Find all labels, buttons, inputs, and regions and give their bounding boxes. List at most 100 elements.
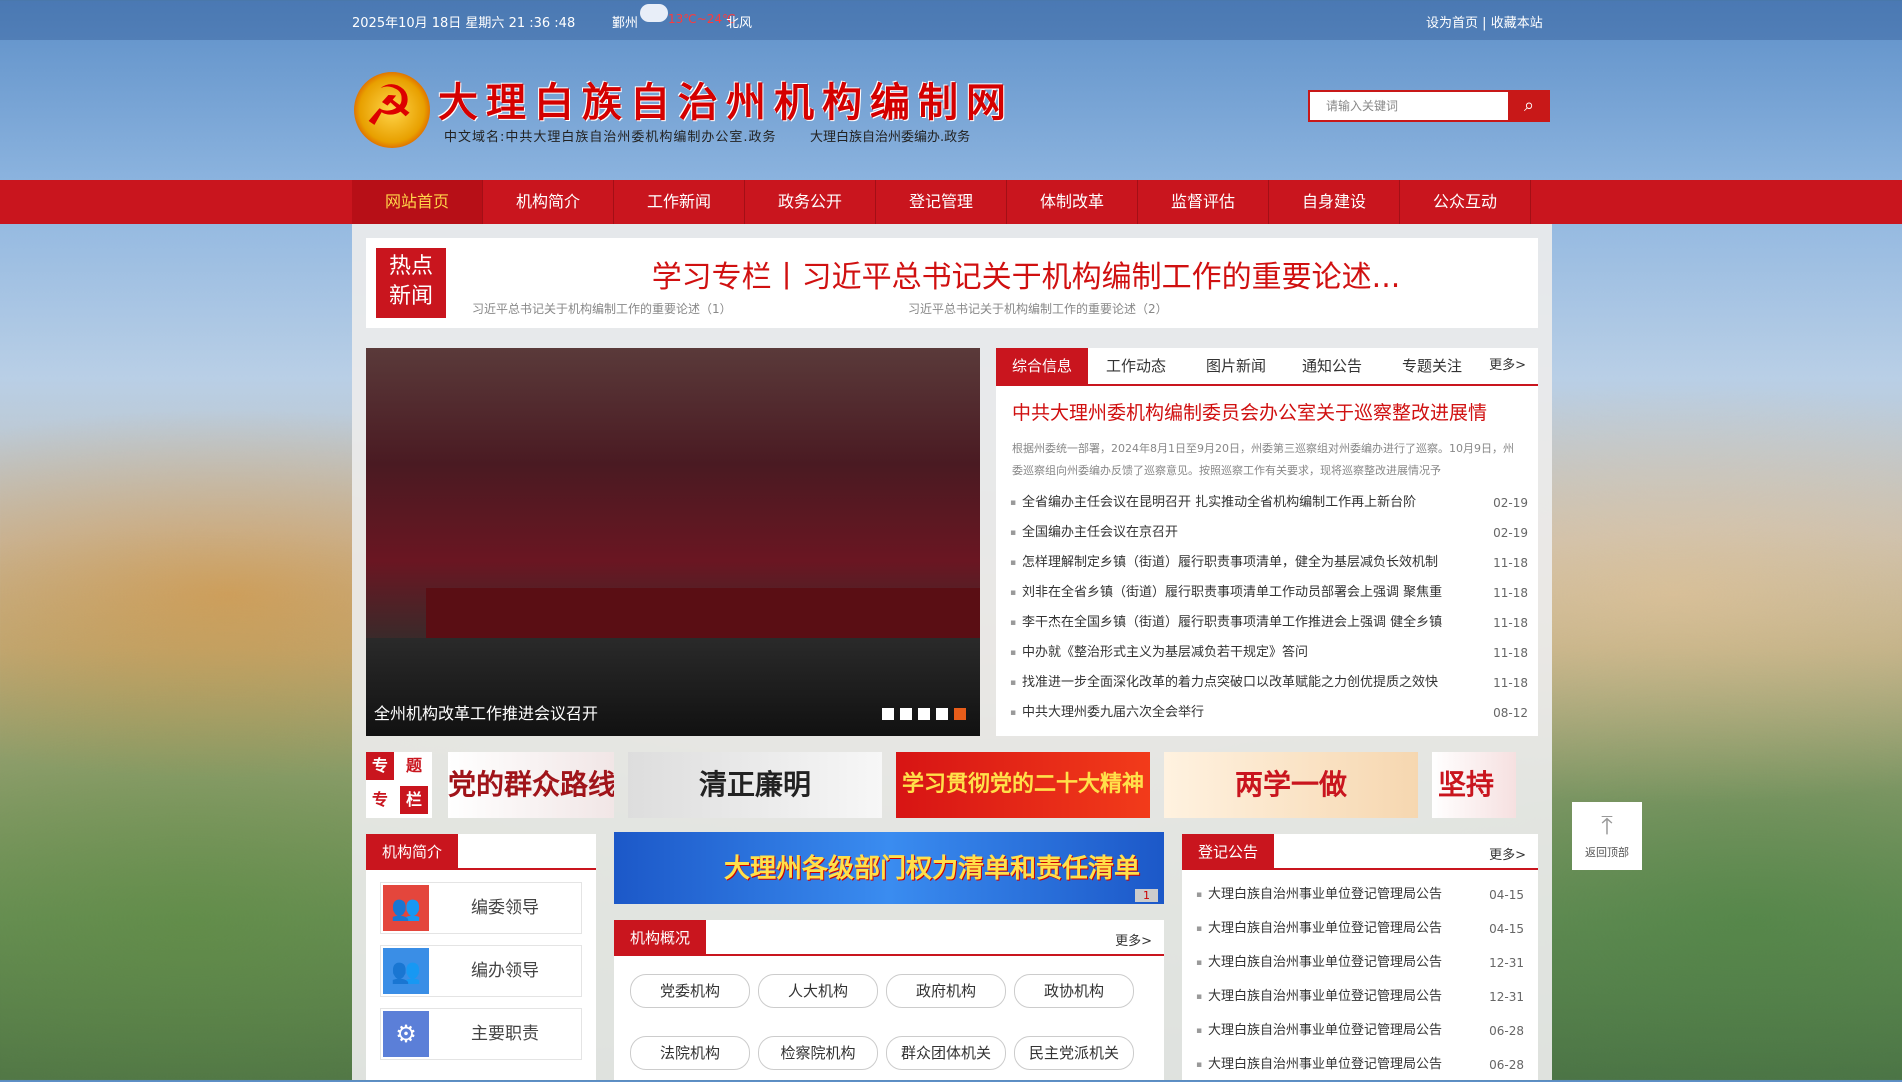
news-item[interactable]: 全国编办主任会议在京召开 02-19 <box>1010 518 1528 548</box>
org-category-pill[interactable]: 政府机构 <box>886 974 1006 1008</box>
back-to-top-button[interactable]: ⤒ 返回顶部 <box>1572 802 1642 870</box>
nav-item[interactable]: 自身建设 <box>1269 180 1400 224</box>
set-home-link[interactable]: 设为首页 <box>1426 16 1478 31</box>
weather-city: 鄞州 <box>612 16 639 31</box>
news-item-title[interactable]: 全省编办主任会议在昆明召开 扎实推动全省机构编制工作再上新台阶 <box>1022 488 1482 518</box>
favorite-link[interactable]: 收藏本站 <box>1491 16 1543 31</box>
notice-item-title[interactable]: 大理白族自治州事业单位登记管理局公告 <box>1208 921 1442 936</box>
nav-item[interactable]: 网站首页 <box>352 180 483 224</box>
slide-dot[interactable] <box>900 708 912 720</box>
headline-link[interactable]: 中共大理州委机构编制委员会办公室关于巡察整改进展情 <box>1012 398 1487 425</box>
domain-subtitle-2: 大理白族自治州委编办.政务 <box>810 130 971 145</box>
hot-news-sub-1[interactable]: 习近平总书记关于机构编制工作的重要论述（1） <box>472 300 732 317</box>
nav-item[interactable]: 登记管理 <box>876 180 1007 224</box>
news-item-title[interactable]: 中办就《整治形式主义为基层减负若干规定》答问 <box>1022 638 1482 668</box>
notice-item[interactable]: 大理白族自治州事业单位登记管理局公告 06-28 <box>1196 1048 1524 1082</box>
news-item[interactable]: 刘非在全省乡镇（街道）履行职责事项清单工作动员部署会上强调 聚焦重 11-18 <box>1010 578 1528 608</box>
news-item-title[interactable]: 找准进一步全面深化改革的着力点突破口以改革赋能之力创优提质之效快 <box>1022 668 1482 698</box>
nav-item[interactable]: 公众互动 <box>1400 180 1531 224</box>
org-category-pill[interactable]: 检察院机构 <box>758 1036 878 1070</box>
tabs-more-link[interactable]: 更多> <box>1489 348 1526 384</box>
notice-item[interactable]: 大理白族自治州事业单位登记管理局公告 04-15 <box>1196 878 1524 912</box>
org-item[interactable]: 👥 编办领导 <box>380 945 582 997</box>
tab-1[interactable]: 工作动态 <box>1106 348 1166 384</box>
slide-dot[interactable] <box>936 708 948 720</box>
news-item[interactable]: 全省编办主任会议在昆明召开 扎实推动全省机构编制工作再上新台阶 02-19 <box>1010 488 1528 518</box>
org-category-pill[interactable]: 群众团体机关 <box>886 1036 1006 1070</box>
org-intro-title[interactable]: 机构简介 <box>366 834 459 870</box>
news-list: 全省编办主任会议在昆明召开 扎实推动全省机构编制工作再上新台阶02-19全国编办… <box>1010 488 1528 728</box>
hot-news-title[interactable]: 学习专栏丨习近平总书记关于机构编制工作的重要论述... <box>526 252 1526 296</box>
special-banner[interactable]: 清正廉明 <box>628 752 882 818</box>
hot-news-sub-2[interactable]: 习近平总书记关于机构编制工作的重要论述（2） <box>908 300 1168 317</box>
nav-item[interactable]: 工作新闻 <box>614 180 745 224</box>
weather-wind: 北风 <box>726 16 753 31</box>
badge-line-2: 新闻 <box>388 284 433 309</box>
party-emblem-logo[interactable] <box>354 72 430 148</box>
slide-dot[interactable] <box>918 708 930 720</box>
notice-more-link[interactable]: 更多> <box>1489 844 1526 863</box>
notice-item-title[interactable]: 大理白族自治州事业单位登记管理局公告 <box>1208 1023 1442 1038</box>
site-title[interactable]: 大理白族自治州机构编制网 <box>438 70 1014 128</box>
news-item-title[interactable]: 中共大理州委九届六次全会举行 <box>1022 698 1482 728</box>
news-slideshow[interactable]: 全州机构改革工作推进会议召开 <box>366 348 980 736</box>
news-item[interactable]: 李干杰在全国乡镇（街道）履行职责事项清单工作推进会上强调 健全乡镇 11-18 <box>1010 608 1528 638</box>
news-item-title[interactable]: 全国编办主任会议在京召开 <box>1022 518 1482 548</box>
news-item[interactable]: 找准进一步全面深化改革的着力点突破口以改革赋能之力创优提质之效快 11-18 <box>1010 668 1528 698</box>
news-item-title[interactable]: 刘非在全省乡镇（街道）履行职责事项清单工作动员部署会上强调 聚焦重 <box>1022 578 1482 608</box>
news-item[interactable]: 中办就《整治形式主义为基层减负若干规定》答问 11-18 <box>1010 638 1528 668</box>
power-list-banner[interactable]: 大理州各级部门权力清单和责任清单 1 <box>614 832 1164 904</box>
news-item-title[interactable]: 怎样理解制定乡镇（街道）履行职责事项清单，健全为基层减负长效机制 <box>1022 548 1482 578</box>
slide-dot[interactable] <box>882 708 894 720</box>
slide-dots <box>882 708 966 720</box>
slide-dot[interactable] <box>954 708 966 720</box>
main-content: 热点 新闻 学习专栏丨习近平总书记关于机构编制工作的重要论述... 习近平总书记… <box>352 224 1552 1082</box>
special-banner[interactable]: 学习贯彻党的二十大精神 <box>896 752 1150 818</box>
special-banner[interactable]: 坚持 <box>1432 752 1516 818</box>
notice-item[interactable]: 大理白族自治州事业单位登记管理局公告 12-31 <box>1196 980 1524 1014</box>
search-button[interactable]: ⌕ <box>1508 90 1550 122</box>
info-tabs: 综合信息 工作动态 图片新闻 通知公告 专题关注 更多> 中共大理州委机构编制委员会办公… <box>996 348 1538 736</box>
org-item[interactable]: ⚙ 主要职责 <box>380 1008 582 1060</box>
org-category-pill[interactable]: 民主党派机关 <box>1014 1036 1134 1070</box>
special-topic-label: 专题专栏 <box>366 752 432 818</box>
banner-page-number[interactable]: 1 <box>1135 889 1158 902</box>
org-category-pill[interactable]: 政协机构 <box>1014 974 1134 1008</box>
notice-item[interactable]: 大理白族自治州事业单位登记管理局公告 04-15 <box>1196 912 1524 946</box>
org-category-pill[interactable]: 法院机构 <box>630 1036 750 1070</box>
tab-2[interactable]: 图片新闻 <box>1206 348 1266 384</box>
org-category-pill[interactable]: 人大机构 <box>758 974 878 1008</box>
nav-item[interactable]: 体制改革 <box>1007 180 1138 224</box>
special-banner[interactable]: 党的群众路线 <box>448 752 614 818</box>
org-category-pill[interactable]: 党委机构 <box>630 974 750 1008</box>
notice-item-title[interactable]: 大理白族自治州事业单位登记管理局公告 <box>1208 989 1442 1004</box>
news-item-date: 02-19 <box>1493 526 1528 540</box>
tab-4[interactable]: 专题关注 <box>1402 348 1462 384</box>
notice-item-date: 06-28 <box>1489 1058 1524 1072</box>
nav-item[interactable]: 政务公开 <box>745 180 876 224</box>
news-item-date: 11-18 <box>1493 616 1528 630</box>
notice-item[interactable]: 大理白族自治州事业单位登记管理局公告 12-31 <box>1196 946 1524 980</box>
nav-item[interactable]: 监督评估 <box>1138 180 1269 224</box>
special-banner[interactable]: 两学一做 <box>1164 752 1418 818</box>
notice-item-title[interactable]: 大理白族自治州事业单位登记管理局公告 <box>1208 887 1442 902</box>
search-icon: ⌕ <box>1523 95 1535 116</box>
news-item[interactable]: 中共大理州委九届六次全会举行 08-12 <box>1010 698 1528 728</box>
news-item-title[interactable]: 李干杰在全国乡镇（街道）履行职责事项清单工作推进会上强调 健全乡镇 <box>1022 608 1482 638</box>
org-item-label: 编委领导 <box>471 898 539 918</box>
main-nav: 网站首页 机构简介 工作新闻 政务公开 登记管理 体制改革 监督评估 自身建设 公众互动 <box>0 180 1902 224</box>
notice-item-title[interactable]: 大理白族自治州事业单位登记管理局公告 <box>1208 955 1442 970</box>
news-item[interactable]: 怎样理解制定乡镇（街道）履行职责事项清单，健全为基层减负长效机制 11-18 <box>1010 548 1528 578</box>
org-intro-panel: 机构简介 👥 编委领导 👥 编办领导 ⚙ 主要职责 <box>366 834 596 1080</box>
notice-item-title[interactable]: 大理白族自治州事业单位登记管理局公告 <box>1208 1057 1442 1072</box>
nav-item[interactable]: 机构简介 <box>483 180 614 224</box>
org-overview-title[interactable]: 机构概况 <box>614 920 707 956</box>
tab-3[interactable]: 通知公告 <box>1302 348 1362 384</box>
news-item-date: 02-19 <box>1493 496 1528 510</box>
org-item[interactable]: 👥 编委领导 <box>380 882 582 934</box>
notice-title[interactable]: 登记公告 <box>1182 834 1275 870</box>
notice-item[interactable]: 大理白族自治州事业单位登记管理局公告 06-28 <box>1196 1014 1524 1048</box>
slide-caption[interactable]: 全州机构改革工作推进会议召开 <box>374 700 598 724</box>
overview-more-link[interactable]: 更多> <box>1115 930 1152 949</box>
tab-0[interactable]: 综合信息 <box>996 348 1089 384</box>
